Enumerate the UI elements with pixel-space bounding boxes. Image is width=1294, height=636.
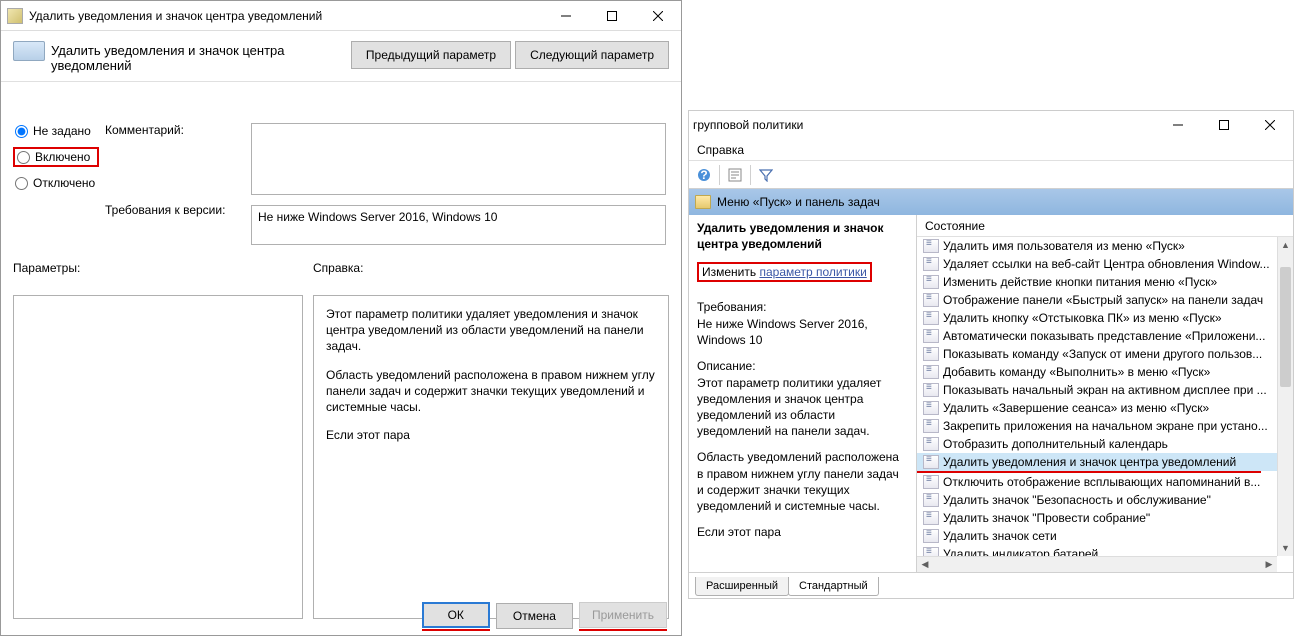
tab-extended[interactable]: Расширенный [695, 577, 789, 596]
mmc-maximize-button[interactable] [1201, 111, 1247, 140]
properties-icon[interactable] [724, 164, 746, 186]
policy-item-icon [923, 365, 939, 379]
mmc-title-text: групповой политики [693, 118, 1155, 132]
list-item[interactable]: Удалить «Завершение сеанса» из меню «Пус… [917, 399, 1277, 417]
requirements-label: Требования к версии: [105, 203, 235, 217]
dialog-title: Удалить уведомления и значок центра увед… [29, 9, 543, 23]
req-value: Не ниже Windows Server 2016, Windows 10 [697, 316, 908, 348]
list-item[interactable]: Закрепить приложения на начальном экране… [917, 417, 1277, 435]
scroll-down-icon[interactable]: ▼ [1278, 540, 1293, 556]
scroll-up-icon[interactable]: ▲ [1278, 237, 1293, 253]
policy-item-icon [923, 293, 939, 307]
policy-item-icon [923, 529, 939, 543]
parameters-box [13, 295, 303, 619]
tab-standard[interactable]: Стандартный [788, 577, 879, 596]
list-item[interactable]: Отобразить дополнительный календарь [917, 435, 1277, 453]
mmc-minimize-button[interactable] [1155, 111, 1201, 140]
selected-policy-title: Удалить уведомления и значок центра увед… [697, 221, 908, 252]
policy-item-icon [923, 275, 939, 289]
list-item[interactable]: Отображение панели «Быстрый запуск» на п… [917, 291, 1277, 309]
list-item[interactable]: Автоматически показывать представление «… [917, 327, 1277, 345]
list-item[interactable]: Отключить отображение всплывающих напоми… [917, 473, 1277, 491]
list-item[interactable]: Изменить действие кнопки питания меню «П… [917, 273, 1277, 291]
policy-item-icon [923, 493, 939, 507]
req-label: Требования: [697, 300, 908, 314]
list-item[interactable]: Удаляет ссылки на веб-сайт Центра обновл… [917, 255, 1277, 273]
list-item[interactable]: Добавить команду «Выполнить» в меню «Пус… [917, 363, 1277, 381]
edit-policy-link[interactable]: параметр политики [759, 265, 866, 279]
mmc-close-button[interactable] [1247, 111, 1293, 140]
policy-list[interactable]: Удалить имя пользователя из меню «Пуск»У… [917, 237, 1277, 572]
gpedit-window: групповой политики Справка ? Меню «Пуск»… [688, 110, 1294, 599]
breadcrumb: Меню «Пуск» и панель задач [689, 189, 1293, 215]
menubar: Справка [689, 139, 1293, 161]
minimize-button[interactable] [543, 1, 589, 30]
view-tabs: Расширенный Стандартный [689, 572, 1293, 596]
vertical-scrollbar[interactable]: ▲ ▼ [1277, 237, 1293, 556]
menu-help[interactable]: Справка [697, 143, 744, 157]
policy-item-icon [923, 455, 939, 469]
ok-button[interactable]: ОК [422, 602, 490, 628]
policy-dialog: Удалить уведомления и значок центра увед… [0, 0, 682, 636]
filter-icon[interactable] [755, 164, 777, 186]
radio-enabled[interactable]: Включено [13, 147, 99, 167]
list-item[interactable]: Удалить значок "Безопасность и обслужива… [917, 491, 1277, 509]
list-item[interactable]: Удалить значок "Провести собрание" [917, 509, 1277, 527]
policy-item-icon [923, 383, 939, 397]
desc-label: Описание: [697, 359, 908, 373]
radio-not-configured[interactable]: Не задано [13, 123, 99, 139]
horizontal-scrollbar[interactable]: ◀ ▶ [917, 556, 1277, 572]
details-pane: Удалить уведомления и значок центра увед… [689, 215, 917, 572]
policy-list-pane: Состояние Удалить имя пользователя из ме… [917, 215, 1293, 572]
parameters-label: Параметры: [13, 261, 80, 275]
apply-button[interactable]: Применить [579, 602, 667, 628]
requirements-box: Не ниже Windows Server 2016, Windows 10 [251, 205, 666, 245]
list-item[interactable]: Удалить значок сети [917, 527, 1277, 545]
policy-icon [13, 41, 45, 61]
list-item[interactable]: Показывать начальный экран на активном д… [917, 381, 1277, 399]
help-label: Справка: [313, 261, 363, 275]
policy-header: Удалить уведомления и значок центра увед… [51, 41, 351, 73]
mmc-titlebar: групповой политики [689, 111, 1293, 139]
list-item[interactable]: Удалить кнопку «Отстыковка ПК» из меню «… [917, 309, 1277, 327]
toolbar: ? [689, 161, 1293, 189]
scroll-thumb[interactable] [1280, 267, 1291, 387]
close-button[interactable] [635, 1, 681, 30]
comment-label: Комментарий: [105, 123, 235, 137]
policy-item-icon [923, 475, 939, 489]
policy-item-icon [923, 239, 939, 253]
policy-item-icon [923, 511, 939, 525]
scroll-left-icon[interactable]: ◀ [917, 559, 933, 570]
policy-item-icon [923, 437, 939, 451]
policy-item-icon [923, 257, 939, 271]
svg-text:?: ? [700, 168, 707, 182]
titlebar: Удалить уведомления и значок центра увед… [1, 1, 681, 31]
policy-item-icon [923, 329, 939, 343]
column-header-state[interactable]: Состояние [917, 215, 1293, 237]
list-item[interactable]: Удалить уведомления и значок центра увед… [917, 453, 1277, 471]
radio-disabled[interactable]: Отключено [13, 175, 99, 191]
next-setting-button[interactable]: Следующий параметр [515, 41, 669, 69]
policy-item-icon [923, 401, 939, 415]
dialog-icon [7, 8, 23, 24]
previous-setting-button[interactable]: Предыдущий параметр [351, 41, 511, 69]
list-item[interactable]: Удалить имя пользователя из меню «Пуск» [917, 237, 1277, 255]
policy-item-icon [923, 347, 939, 361]
cancel-button[interactable]: Отмена [496, 603, 573, 629]
maximize-button[interactable] [589, 1, 635, 30]
policy-item-icon [923, 419, 939, 433]
list-item[interactable]: Показывать команду «Запуск от имени друг… [917, 345, 1277, 363]
scroll-right-icon[interactable]: ▶ [1261, 559, 1277, 570]
help-box: Этот параметр политики удаляет уведомлен… [313, 295, 669, 619]
policy-item-icon [923, 311, 939, 325]
help-icon[interactable]: ? [693, 164, 715, 186]
comment-textarea[interactable] [251, 123, 666, 195]
folder-icon [695, 195, 711, 209]
